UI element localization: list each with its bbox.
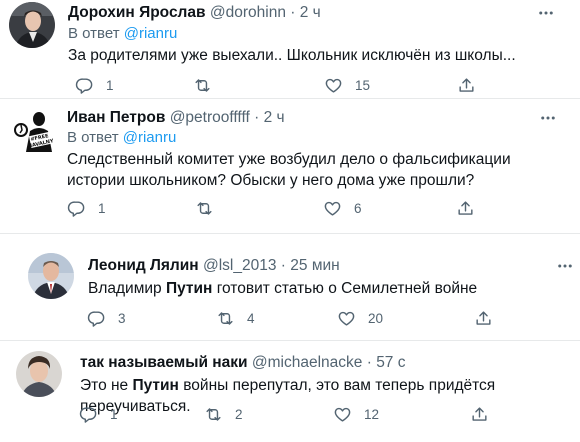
display-name[interactable]: Дорохин Ярослав: [68, 4, 206, 21]
display-name[interactable]: так называемый наки: [80, 354, 248, 371]
avatar[interactable]: [9, 2, 55, 48]
reply-button[interactable]: 1: [75, 74, 114, 96]
separator-dot: ·: [280, 257, 286, 274]
reply-icon: [87, 310, 105, 327]
tweet-text-highlight: Путин: [165, 280, 213, 297]
tweet-text-part: готовит статью о Семилетней войне: [212, 280, 478, 297]
more-button[interactable]: [536, 3, 556, 23]
share-icon: [472, 406, 487, 421]
tweet-card[interactable]: так называемый наки @michaelnacke · 57 с…: [0, 341, 580, 442]
tweet-card[interactable]: #FREE NAVALNY Иван Петров @petroofffff ·…: [0, 99, 580, 232]
retweet-button[interactable]: 4: [216, 307, 255, 329]
retweet-icon: [218, 311, 233, 325]
like-button[interactable]: 6: [323, 197, 362, 219]
like-button[interactable]: 20: [337, 307, 383, 329]
retweet-count: 4: [247, 310, 255, 326]
reply-count: 1: [98, 200, 106, 216]
separator-dot: ·: [254, 109, 260, 126]
like-button[interactable]: 12: [333, 403, 379, 425]
tweet-header: Дорохин Ярослав @dorohinn · 2 ч: [68, 3, 321, 23]
tweet-text: Владимир Путин готовит статью о Семилетн…: [88, 278, 568, 299]
display-name[interactable]: Иван Петров: [67, 109, 165, 126]
display-name[interactable]: Леонид Лялин: [88, 257, 199, 274]
separator-dot: ·: [290, 4, 296, 21]
heart-icon: [334, 407, 351, 422]
retweet-icon: [195, 78, 210, 92]
tweet-text: Следственный комитет уже возбудил дело о…: [67, 151, 511, 189]
tweet-text: За родителями уже выехали.. Школьник иск…: [68, 47, 516, 64]
more-button[interactable]: [555, 256, 575, 276]
tweet-header: так называемый наки @michaelnacke · 57 с: [80, 353, 406, 373]
reply-icon: [75, 77, 93, 94]
like-count: 20: [368, 310, 384, 326]
share-button[interactable]: [457, 74, 476, 96]
reply-prefix: В ответ: [67, 129, 119, 146]
reply-count: 1: [106, 77, 114, 93]
reply-to-link[interactable]: @rianru: [123, 129, 177, 146]
separator-dot: ·: [366, 354, 372, 371]
reply-button[interactable]: 1: [79, 403, 118, 425]
reply-icon: [79, 406, 97, 423]
user-handle[interactable]: @petroofffff: [170, 109, 250, 126]
timestamp[interactable]: 2 ч: [264, 109, 285, 126]
action-bar: 1 15: [75, 74, 555, 96]
reply-icon: [67, 200, 85, 217]
reply-to-link[interactable]: @rianru: [124, 25, 178, 42]
tweet-text-highlight: Путин: [132, 377, 179, 394]
share-button[interactable]: [470, 403, 489, 425]
reply-count: 3: [118, 310, 126, 326]
retweet-button[interactable]: [195, 197, 226, 219]
more-icon: [558, 264, 572, 268]
avatar[interactable]: [16, 351, 62, 397]
user-handle[interactable]: @lsl_2013: [203, 257, 276, 274]
share-icon: [458, 200, 473, 215]
reply-context: В ответ @rianru: [67, 128, 176, 148]
tweet-card[interactable]: Дорохин Ярослав @dorohinn · 2 ч В ответ …: [0, 0, 580, 98]
avatar[interactable]: [28, 253, 74, 299]
like-count: 6: [354, 200, 362, 216]
more-button[interactable]: [538, 108, 558, 128]
timestamp[interactable]: 2 ч: [300, 4, 321, 21]
timestamp[interactable]: 57 с: [376, 354, 405, 371]
action-bar: 1 6: [67, 197, 547, 219]
more-icon: [541, 116, 555, 120]
user-handle[interactable]: @dorohinn: [210, 4, 286, 21]
like-button[interactable]: 15: [324, 74, 370, 96]
timestamp[interactable]: 25 мин: [290, 257, 339, 274]
action-bar: 3 4 20: [87, 307, 567, 329]
share-icon: [476, 310, 491, 325]
more-icon: [539, 11, 553, 15]
reply-count: 1: [110, 406, 118, 422]
like-count: 12: [364, 406, 380, 422]
share-icon: [459, 77, 474, 92]
user-handle[interactable]: @michaelnacke: [252, 354, 363, 371]
tweet-header: Иван Петров @petroofffff · 2 ч: [67, 108, 285, 128]
tweet-text-part: Владимир: [88, 280, 166, 297]
tweet-text-part: Это не: [80, 377, 133, 394]
retweet-button[interactable]: 2: [204, 403, 243, 425]
avatar[interactable]: #FREE NAVALNY: [12, 107, 58, 153]
reply-button[interactable]: 1: [67, 197, 106, 219]
reply-context: В ответ @rianru: [68, 24, 177, 44]
heart-icon: [325, 78, 342, 93]
retweet-icon: [197, 201, 212, 215]
tweet-card[interactable]: Леонид Лялин @lsl_2013 · 25 мин Владимир…: [0, 234, 580, 340]
tweet-header: Леонид Лялин @lsl_2013 · 25 мин: [88, 256, 340, 276]
heart-icon: [338, 311, 355, 326]
reply-prefix: В ответ: [68, 25, 120, 42]
heart-icon: [324, 201, 341, 216]
share-button[interactable]: [474, 307, 493, 329]
retweet-count: 2: [235, 406, 243, 422]
like-count: 15: [355, 77, 371, 93]
retweet-icon: [206, 407, 221, 421]
reply-button[interactable]: 3: [87, 307, 126, 329]
share-button[interactable]: [456, 197, 475, 219]
retweet-button[interactable]: [193, 74, 224, 96]
action-bar: 1 2 12: [79, 403, 559, 425]
